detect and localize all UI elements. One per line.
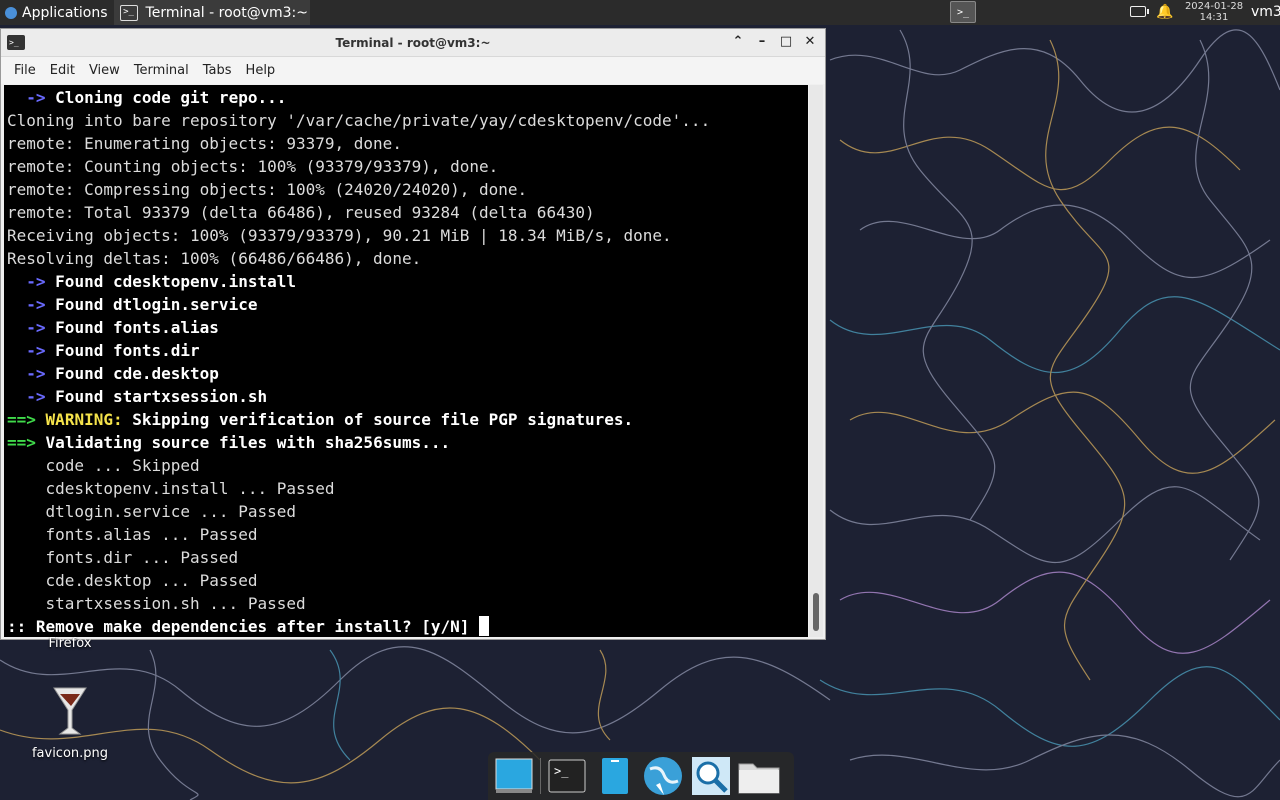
xfce-logo-icon xyxy=(5,6,17,19)
search-icon[interactable] xyxy=(689,754,733,798)
menu-view[interactable]: View xyxy=(82,63,127,78)
folder-icon[interactable] xyxy=(737,754,781,798)
terminal-line: -> Found cde.desktop xyxy=(26,364,219,383)
terminal-scrollbar[interactable] xyxy=(809,85,823,637)
terminal-line: -> Found fonts.dir xyxy=(26,341,200,360)
menubar: File Edit View Terminal Tabs Help xyxy=(1,57,825,84)
terminal-line: code ... Skipped xyxy=(45,456,200,475)
terminal-cursor xyxy=(479,616,490,636)
chevron-up-icon[interactable]: ⌃ xyxy=(729,33,747,51)
terminal-line: -> Found startxsession.sh xyxy=(26,387,268,406)
terminal-window: >_ Terminal - root@vm3:~ ⌃ – □ ✕ File Ed… xyxy=(0,28,826,640)
terminal-line: ==> Validating source files with sha256s… xyxy=(7,433,451,452)
window-titlebar[interactable]: >_ Terminal - root@vm3:~ ⌃ – □ ✕ xyxy=(1,29,825,57)
terminal-line: -> Found fonts.alias xyxy=(26,318,219,337)
martini-glass-icon xyxy=(53,687,87,735)
user-menu[interactable]: vm3 xyxy=(1251,4,1280,20)
file-manager-icon[interactable] xyxy=(593,754,637,798)
battery-icon[interactable] xyxy=(1130,6,1149,17)
applications-menu-button[interactable]: Applications xyxy=(0,0,112,25)
maximize-button[interactable]: □ xyxy=(777,33,795,51)
clock-date: 2024-01-28 xyxy=(1184,1,1244,12)
window-title: Terminal - root@vm3:~ xyxy=(335,36,491,50)
terminal-line: -> Found cdesktopenv.install xyxy=(26,272,296,291)
menu-tabs[interactable]: Tabs xyxy=(196,63,239,78)
taskbar-terminal-button[interactable]: >_ Terminal - root@vm3:~ xyxy=(113,0,310,25)
terminal-line: fonts.alias ... Passed xyxy=(45,525,258,544)
terminal-line: -> Found dtlogin.service xyxy=(26,295,258,314)
terminal-line: remote: Total 93379 (delta 66486), reuse… xyxy=(7,203,595,222)
clock-time: 14:31 xyxy=(1199,12,1229,23)
terminal-output[interactable]: -> Cloning code git repo... Cloning into … xyxy=(4,85,808,637)
desktop-icon-favicon[interactable]: favicon.png xyxy=(20,684,120,761)
menu-help[interactable]: Help xyxy=(239,63,283,78)
terminal-line: remote: Counting objects: 100% (93379/93… xyxy=(7,157,499,176)
terminal-line: remote: Compressing objects: 100% (24020… xyxy=(7,180,528,199)
menu-terminal[interactable]: Terminal xyxy=(127,63,196,78)
show-desktop-icon[interactable] xyxy=(492,754,536,798)
notification-bell-icon[interactable]: 🔔 xyxy=(1156,4,1173,20)
terminal-line: Receiving objects: 100% (93379/93379), 9… xyxy=(7,226,672,245)
applications-label: Applications xyxy=(22,4,108,21)
terminal-line: ==> WARNING: Skipping verification of so… xyxy=(7,410,634,429)
close-button[interactable]: ✕ xyxy=(801,33,819,51)
terminal-icon: >_ xyxy=(119,4,138,21)
terminal-line: Cloning into bare repository '/var/cache… xyxy=(7,111,711,130)
svg-text:>_: >_ xyxy=(554,764,569,778)
dock-separator xyxy=(540,758,541,794)
minimize-button[interactable]: – xyxy=(753,33,771,51)
terminal-line: cdesktopenv.install ... Passed xyxy=(45,479,335,498)
dock: >_ xyxy=(488,752,794,800)
desktop-icon-label: Firefox xyxy=(48,636,92,651)
terminal-line: cde.desktop ... Passed xyxy=(45,571,258,590)
terminal-line: fonts.dir ... Passed xyxy=(45,548,239,567)
menu-file[interactable]: File xyxy=(7,63,43,78)
terminal-line: -> Cloning code git repo... xyxy=(26,88,287,107)
terminal-line: :: Remove make dependencies after instal… xyxy=(7,615,808,637)
desktop-icon-label: favicon.png xyxy=(31,746,109,761)
terminal-line: dtlogin.service ... Passed xyxy=(45,502,296,521)
terminal-line: remote: Enumerating objects: 93379, done… xyxy=(7,134,402,153)
taskbar-terminal-label: Terminal - root@vm3:~ xyxy=(145,4,308,21)
top-panel: Applications >_ Terminal - root@vm3:~ >_… xyxy=(0,0,1280,25)
terminal-launcher-icon[interactable]: >_ xyxy=(545,754,589,798)
web-browser-icon[interactable] xyxy=(641,754,685,798)
scrollbar-thumb[interactable] xyxy=(813,593,819,631)
tray-terminal-icon[interactable]: >_ xyxy=(950,1,976,23)
clock[interactable]: 2024-01-28 14:31 xyxy=(1180,1,1248,23)
desktop-icon-firefox[interactable]: Firefox xyxy=(40,636,100,651)
terminal-line: Resolving deltas: 100% (66486/66486), do… xyxy=(7,249,422,268)
terminal-line: startxsession.sh ... Passed xyxy=(45,594,306,613)
menu-edit[interactable]: Edit xyxy=(43,63,82,78)
